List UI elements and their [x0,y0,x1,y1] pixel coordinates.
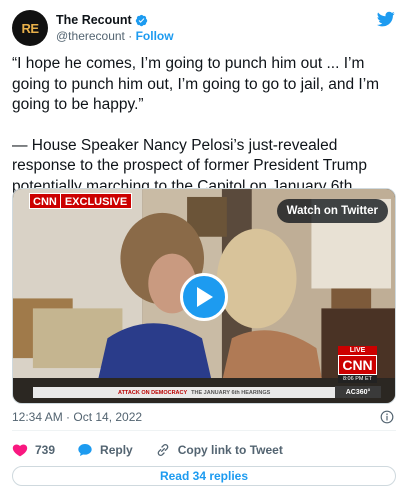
lower-third-headline: ATTACK ON DEMOCRACY [118,389,188,396]
play-icon [197,287,213,307]
like-count: 739 [35,443,56,457]
separator: · [128,29,133,43]
heart-icon [12,444,28,457]
cnn-logo: CNN [338,355,377,375]
like-button[interactable]: 739 [12,442,55,458]
watch-on-twitter-button[interactable]: Watch on Twitter [276,199,388,223]
show-tag: AC360° [335,386,381,398]
reply-label: Reply [100,443,133,457]
info-icon[interactable] [380,410,394,424]
reply-bubble-icon [78,444,92,456]
video-player[interactable]: CNN EXCLUSIVE Watch on Twitter LIVE CNN … [12,188,396,404]
tweet-quote: “I hope he comes, I’m going to punch him… [12,55,380,113]
cnn-banner-logo: CNN [29,193,61,209]
exclusive-label: EXCLUSIVE [60,193,133,209]
tweet-card: RE The Recount @therecount · Follow “I h… [0,0,408,500]
reply-button[interactable]: Reply [77,442,133,458]
tweet-timestamp[interactable]: 12:34 AM · Oct 14, 2022 [12,410,142,424]
live-label: LIVE [338,346,377,355]
avatar[interactable]: RE [12,10,48,46]
user-info: The Recount @therecount · Follow [56,13,174,43]
play-button[interactable] [180,273,228,321]
lower-third-subtitle: THE JANUARY 6th HEARINGS [191,389,271,396]
twitter-bird-icon[interactable] [376,10,396,28]
exclusive-banner: CNN EXCLUSIVE [29,193,133,209]
verified-badge-icon [135,14,147,26]
lower-third: ATTACK ON DEMOCRACY THE JANUARY 6th HEAR… [33,387,338,398]
copy-link-button[interactable]: Copy link to Tweet [155,442,283,458]
copy-link-label: Copy link to Tweet [177,443,283,457]
follow-link[interactable]: Follow [136,29,174,43]
action-bar: 739 Reply Copy link to Tweet [12,440,305,460]
display-name[interactable]: The Recount [56,13,132,27]
divider [12,430,396,431]
link-icon [157,444,168,456]
tweet-text: “I hope he comes, I’m going to punch him… [12,54,396,197]
read-replies-button[interactable]: Read 34 replies [12,466,396,486]
handle[interactable]: @therecount [56,29,125,43]
network-bug: LIVE CNN 8:06 PM ET [338,346,377,383]
tweet-header: RE The Recount @therecount · Follow [12,8,396,48]
broadcast-time: 8:06 PM ET [338,375,377,383]
